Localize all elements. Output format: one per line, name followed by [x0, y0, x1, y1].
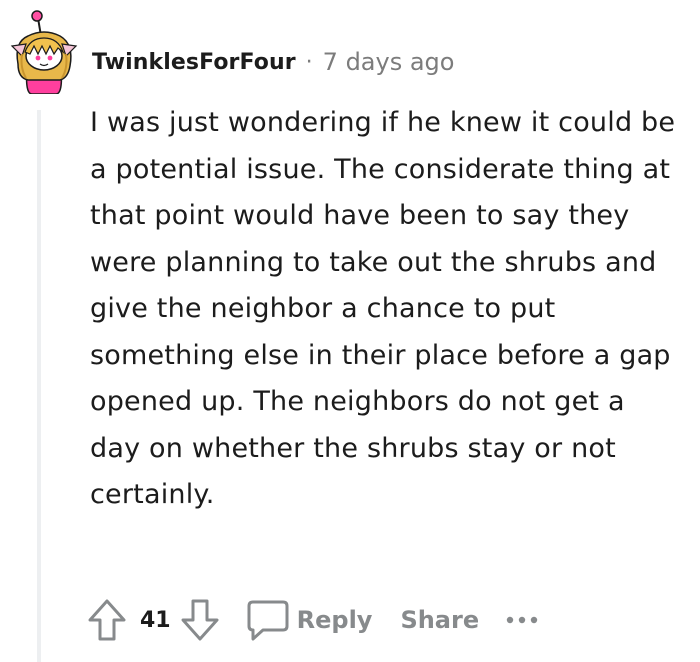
- avatar[interactable]: [8, 8, 80, 95]
- thread-line[interactable]: [37, 110, 41, 662]
- meta-separator: ·: [305, 49, 313, 75]
- upvote-arrow-icon: [88, 599, 126, 641]
- comment-bubble-icon: [247, 600, 289, 641]
- upvote-button[interactable]: [82, 595, 132, 645]
- comment-body: I was just wondering if he knew it could…: [90, 107, 676, 510]
- reply-label: Reply: [296, 606, 373, 634]
- downvote-button[interactable]: [175, 595, 225, 645]
- comment-actions: 41 Reply Share: [82, 594, 539, 646]
- share-button[interactable]: Share: [400, 606, 479, 634]
- author-username[interactable]: TwinklesForFour: [92, 50, 296, 75]
- reply-button[interactable]: Reply: [245, 598, 373, 642]
- comment-timestamp[interactable]: 7 days ago: [323, 48, 455, 76]
- snoo-avatar-icon: [10, 10, 78, 95]
- vote-count: 41: [140, 607, 171, 633]
- comment-header: TwinklesForFour · 7 days ago: [92, 44, 454, 80]
- more-options-button[interactable]: [505, 605, 539, 635]
- downvote-arrow-icon: [181, 599, 219, 641]
- ellipsis-icon: [506, 616, 538, 624]
